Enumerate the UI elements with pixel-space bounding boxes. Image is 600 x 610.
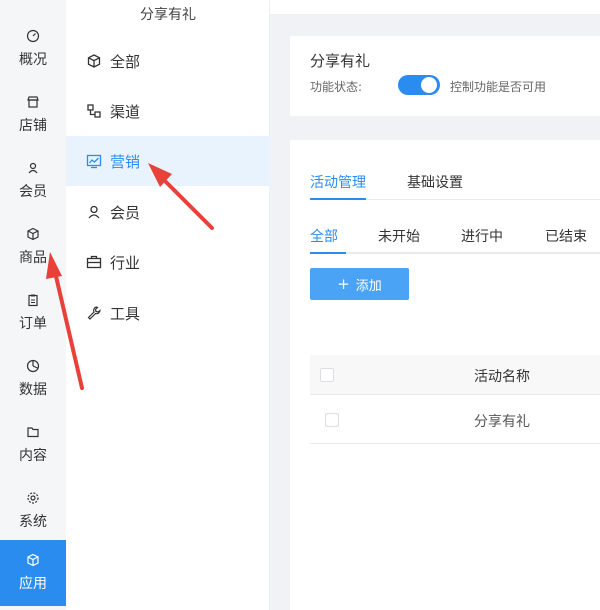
rail-item-store[interactable]: 店铺 <box>0 82 66 148</box>
rail-item-label: 应用 <box>19 576 47 592</box>
table-row: 分享有礼 <box>310 395 600 444</box>
rail-item-content[interactable]: 内容 <box>0 412 66 478</box>
submenu-item-industry[interactable]: 行业 <box>66 237 270 287</box>
submenu-title: 分享有礼 <box>140 7 196 23</box>
cube-icon <box>26 553 40 567</box>
rail-item-label: 数据 <box>19 382 47 398</box>
submenu-item-label: 行业 <box>110 253 141 272</box>
tab-basic-settings[interactable]: 基础设置 <box>407 172 463 192</box>
active-filter-indicator <box>310 252 346 254</box>
user-icon <box>26 161 40 175</box>
row-checkbox[interactable] <box>325 413 339 427</box>
filter-ended[interactable]: 已结束 <box>545 226 587 246</box>
submenu-item-label: 营销 <box>110 152 141 171</box>
rail-item-products[interactable]: 商品 <box>0 214 66 280</box>
folder-icon <box>26 425 40 439</box>
plus-icon: + <box>337 275 350 293</box>
briefcase-icon <box>86 254 102 270</box>
rail-item-label: 会员 <box>19 184 47 200</box>
filter-all[interactable]: 全部 <box>310 226 338 246</box>
clipboard-icon <box>26 293 40 307</box>
filters-divider <box>310 252 600 254</box>
tab-activity-management[interactable]: 活动管理 <box>310 172 366 192</box>
rail-item-label: 内容 <box>19 448 47 464</box>
submenu-item-label: 全部 <box>110 52 141 71</box>
store-icon <box>26 95 40 109</box>
pie-chart-icon <box>26 359 40 373</box>
top-bar <box>270 0 600 14</box>
status-label: 功能状态: <box>310 80 363 94</box>
submenu-item-tools[interactable]: 工具 <box>66 288 270 338</box>
secondary-menu: 分享有礼 全部 渠道 营销 会员 行业 工具 <box>66 0 270 610</box>
rail-item-members[interactable]: 会员 <box>0 148 66 214</box>
feature-toggle[interactable] <box>398 75 440 95</box>
gear-icon <box>26 491 40 505</box>
submenu-item-all[interactable]: 全部 <box>66 36 270 86</box>
submenu-item-label: 工具 <box>110 304 141 323</box>
rail-item-data[interactable]: 数据 <box>0 346 66 412</box>
trend-chart-icon <box>86 153 102 169</box>
toggle-knob <box>421 77 437 93</box>
rail-item-label: 商品 <box>19 250 47 266</box>
submenu-item-marketing[interactable]: 营销 <box>66 136 270 186</box>
cube-icon <box>86 53 102 69</box>
submenu-item-members[interactable]: 会员 <box>66 187 270 237</box>
select-all-checkbox[interactable] <box>320 368 334 382</box>
feature-status-card: 分享有礼 功能状态: 控制功能是否可用 <box>290 36 600 116</box>
rail-item-system[interactable]: 系统 <box>0 478 66 544</box>
user-icon <box>86 204 102 220</box>
rail-item-label: 系统 <box>19 514 47 530</box>
filter-not-started[interactable]: 未开始 <box>378 226 420 246</box>
filter-in-progress[interactable]: 进行中 <box>461 226 503 246</box>
add-button[interactable]: + 添加 <box>310 268 409 300</box>
rail-item-label: 概况 <box>19 52 47 68</box>
rail-item-orders[interactable]: 订单 <box>0 280 66 346</box>
cube-icon <box>26 227 40 241</box>
submenu-item-label: 渠道 <box>110 102 141 121</box>
column-activity-name: 活动名称 <box>474 369 530 385</box>
rail-item-label: 店铺 <box>19 118 47 134</box>
rail-item-apps[interactable]: 应用 <box>0 540 66 606</box>
submenu-item-label: 会员 <box>110 203 141 222</box>
gauge-icon <box>26 29 40 43</box>
activity-card: 活动管理 基础设置 全部 未开始 进行中 已结束 + 添加 活动名称 分享有礼 <box>290 140 600 610</box>
feature-hint: 控制功能是否可用 <box>450 80 547 94</box>
channel-icon <box>86 103 102 119</box>
rail-item-overview[interactable]: 概况 <box>0 16 66 82</box>
cell-activity-name: 分享有礼 <box>474 414 530 430</box>
wrench-icon <box>86 305 102 321</box>
primary-nav-rail: 概况 店铺 会员 商品 订单 数据 内容 系统 应用 <box>0 0 66 610</box>
add-button-label: 添加 <box>355 278 382 294</box>
table-header: 活动名称 <box>310 355 600 395</box>
main-content: 分享有礼 功能状态: 控制功能是否可用 活动管理 基础设置 全部 未开始 进行中… <box>270 0 600 610</box>
feature-title: 分享有礼 <box>310 52 371 70</box>
active-tab-indicator <box>310 198 366 200</box>
rail-item-label: 订单 <box>19 316 47 332</box>
submenu-item-channel[interactable]: 渠道 <box>66 86 270 136</box>
